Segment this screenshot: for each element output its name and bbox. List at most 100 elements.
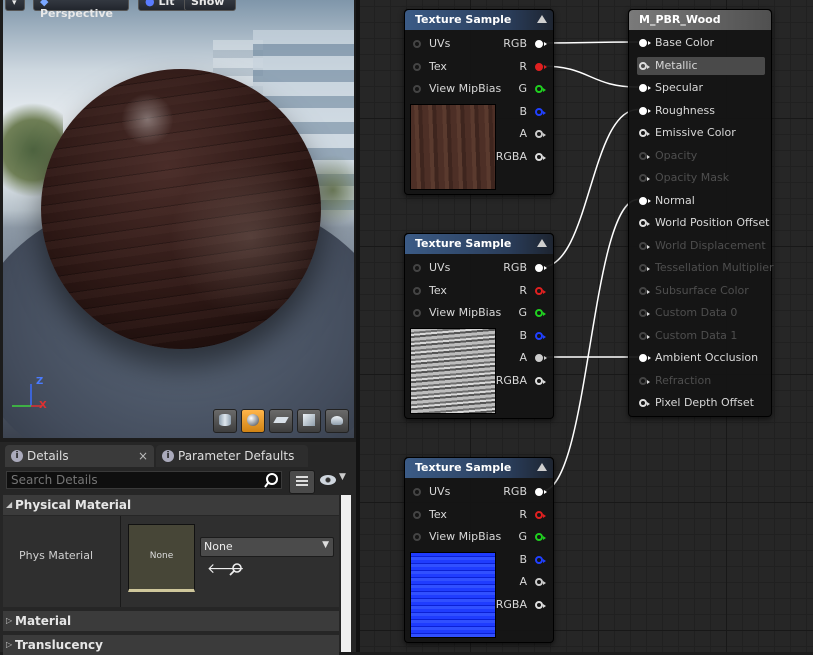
- material-input-row[interactable]: Subsurface Color: [637, 282, 765, 300]
- details-scrollbar[interactable]: [341, 495, 351, 652]
- material-input-row[interactable]: Opacity Mask: [637, 169, 765, 187]
- tab-details[interactable]: i Details ×: [5, 445, 154, 467]
- material-input-pin-icon[interactable]: [639, 286, 650, 295]
- material-input-row[interactable]: World Displacement: [637, 237, 766, 255]
- collapse-node-icon[interactable]: [537, 15, 547, 23]
- input-pin-icon[interactable]: [413, 287, 421, 295]
- material-input-pin-icon[interactable]: [639, 106, 651, 115]
- input-pin-icon[interactable]: [413, 264, 421, 272]
- material-input-row[interactable]: Opacity: [637, 147, 765, 165]
- preview-cube-button[interactable]: [297, 409, 321, 433]
- output-pin-icon[interactable]: [535, 40, 547, 48]
- close-icon[interactable]: ×: [138, 445, 148, 467]
- output-pin-row[interactable]: G: [483, 304, 546, 322]
- material-input-pin-icon[interactable]: [639, 151, 650, 160]
- phys-material-thumbnail[interactable]: None: [128, 524, 195, 592]
- material-input-pin-icon[interactable]: [639, 39, 651, 47]
- output-pin-icon[interactable]: [535, 354, 547, 362]
- output-pin-row[interactable]: R: [483, 282, 546, 300]
- output-pin-icon[interactable]: [535, 108, 546, 116]
- preview-plane-button[interactable]: [269, 409, 293, 433]
- browse-search-icon[interactable]: [229, 562, 243, 579]
- output-pin-row[interactable]: RGB: [483, 259, 547, 277]
- section-physical-material[interactable]: ◢ Physical Material: [3, 495, 339, 515]
- texture-sample-node[interactable]: Texture Sample UVs Tex View MipBias RGB …: [404, 9, 554, 195]
- material-input-row[interactable]: Specular: [637, 79, 765, 97]
- material-input-pin-icon[interactable]: [639, 61, 650, 70]
- input-pin-icon[interactable]: [413, 85, 421, 93]
- material-input-pin-icon[interactable]: [639, 354, 651, 362]
- material-input-row[interactable]: Custom Data 1: [637, 327, 765, 345]
- material-input-pin-icon[interactable]: [639, 219, 650, 227]
- material-input-row[interactable]: Tessellation Multiplier: [637, 259, 774, 277]
- output-pin-row[interactable]: G: [483, 528, 546, 546]
- search-details-input[interactable]: [6, 471, 282, 489]
- output-pin-icon[interactable]: [535, 130, 546, 138]
- input-pin-icon[interactable]: [413, 63, 421, 71]
- collapse-node-icon[interactable]: [537, 239, 547, 247]
- material-input-row[interactable]: Ambient Occlusion: [637, 349, 765, 367]
- material-input-pin-icon[interactable]: [639, 84, 651, 92]
- material-input-pin-icon[interactable]: [639, 129, 650, 137]
- material-input-row[interactable]: Custom Data 0: [637, 304, 765, 322]
- output-pin-row[interactable]: RGB: [483, 483, 547, 501]
- viewport-options-button[interactable]: ▾: [5, 0, 25, 11]
- output-pin-icon[interactable]: [535, 533, 546, 541]
- material-input-pin-icon[interactable]: [639, 241, 650, 250]
- view-options-button[interactable]: [289, 470, 315, 494]
- output-pin-icon[interactable]: [535, 63, 547, 71]
- section-translucency[interactable]: ▷ Translucency: [3, 635, 339, 655]
- material-input-row[interactable]: Base Color: [637, 34, 765, 52]
- output-pin-row[interactable]: R: [483, 58, 547, 76]
- material-input-row[interactable]: World Position Offset: [637, 214, 769, 232]
- output-pin-icon[interactable]: [535, 287, 546, 295]
- output-pin-icon[interactable]: [535, 264, 547, 272]
- material-input-pin-icon[interactable]: [639, 376, 650, 385]
- collapse-node-icon[interactable]: [537, 463, 547, 471]
- material-input-pin-icon[interactable]: [639, 309, 650, 317]
- visibility-options-button[interactable]: ▼: [318, 472, 352, 489]
- material-output-node[interactable]: M_PBR_Wood Base Color Metallic Specular …: [628, 9, 774, 417]
- material-input-row[interactable]: Refraction: [637, 372, 765, 390]
- preview-sphere-button[interactable]: [241, 409, 265, 433]
- output-pin-row[interactable]: R: [483, 506, 546, 524]
- perspective-button[interactable]: ◆ Perspective: [33, 0, 129, 20]
- input-pin-icon[interactable]: [413, 511, 421, 519]
- tab-parameter-defaults[interactable]: i Parameter Defaults: [156, 445, 308, 467]
- phys-material-dropdown[interactable]: None ▼: [200, 537, 334, 557]
- output-pin-icon[interactable]: [535, 309, 546, 317]
- material-input-row[interactable]: Pixel Depth Offset: [637, 394, 765, 412]
- material-input-row[interactable]: Roughness: [637, 102, 765, 120]
- material-input-pin-icon[interactable]: [639, 399, 650, 407]
- search-icon[interactable]: [264, 471, 280, 489]
- output-pin-row[interactable]: RGB: [483, 35, 547, 53]
- output-pin-icon[interactable]: [535, 578, 546, 586]
- output-pin-row[interactable]: G: [483, 80, 546, 98]
- input-pin-icon[interactable]: [413, 533, 421, 541]
- output-pin-icon[interactable]: [535, 488, 547, 496]
- section-material[interactable]: ▷ Material: [3, 611, 339, 631]
- material-input-pin-icon[interactable]: [639, 331, 650, 340]
- material-input-row[interactable]: Normal: [637, 192, 765, 210]
- input-pin-icon[interactable]: [413, 309, 421, 317]
- texture-sample-node[interactable]: Texture Sample UVs Tex View MipBias RGB …: [404, 233, 554, 419]
- output-pin-icon[interactable]: [535, 377, 546, 385]
- material-input-pin-icon[interactable]: [639, 264, 650, 272]
- material-input-pin-icon[interactable]: [639, 174, 650, 182]
- output-pin-icon[interactable]: [535, 601, 546, 609]
- output-pin-icon[interactable]: [535, 511, 546, 519]
- preview-cylinder-button[interactable]: [213, 409, 237, 433]
- preview-teapot-button[interactable]: [325, 409, 349, 433]
- texture-sample-node[interactable]: Texture Sample UVs Tex View MipBias RGB …: [404, 457, 554, 643]
- material-preview-viewport[interactable]: ▾ ◆ Perspective ● Lit Show Z X Y: [3, 0, 354, 438]
- material-input-row[interactable]: Metallic: [637, 56, 765, 75]
- show-button[interactable]: Show: [184, 0, 236, 11]
- input-pin-icon[interactable]: [413, 488, 421, 496]
- material-input-pin-icon[interactable]: [639, 196, 651, 205]
- lit-button[interactable]: ● Lit: [138, 0, 190, 11]
- material-input-row[interactable]: Emissive Color: [637, 124, 765, 142]
- output-pin-icon[interactable]: [535, 332, 546, 340]
- output-pin-icon[interactable]: [535, 556, 546, 564]
- output-pin-icon[interactable]: [535, 153, 546, 161]
- output-pin-icon[interactable]: [535, 85, 546, 93]
